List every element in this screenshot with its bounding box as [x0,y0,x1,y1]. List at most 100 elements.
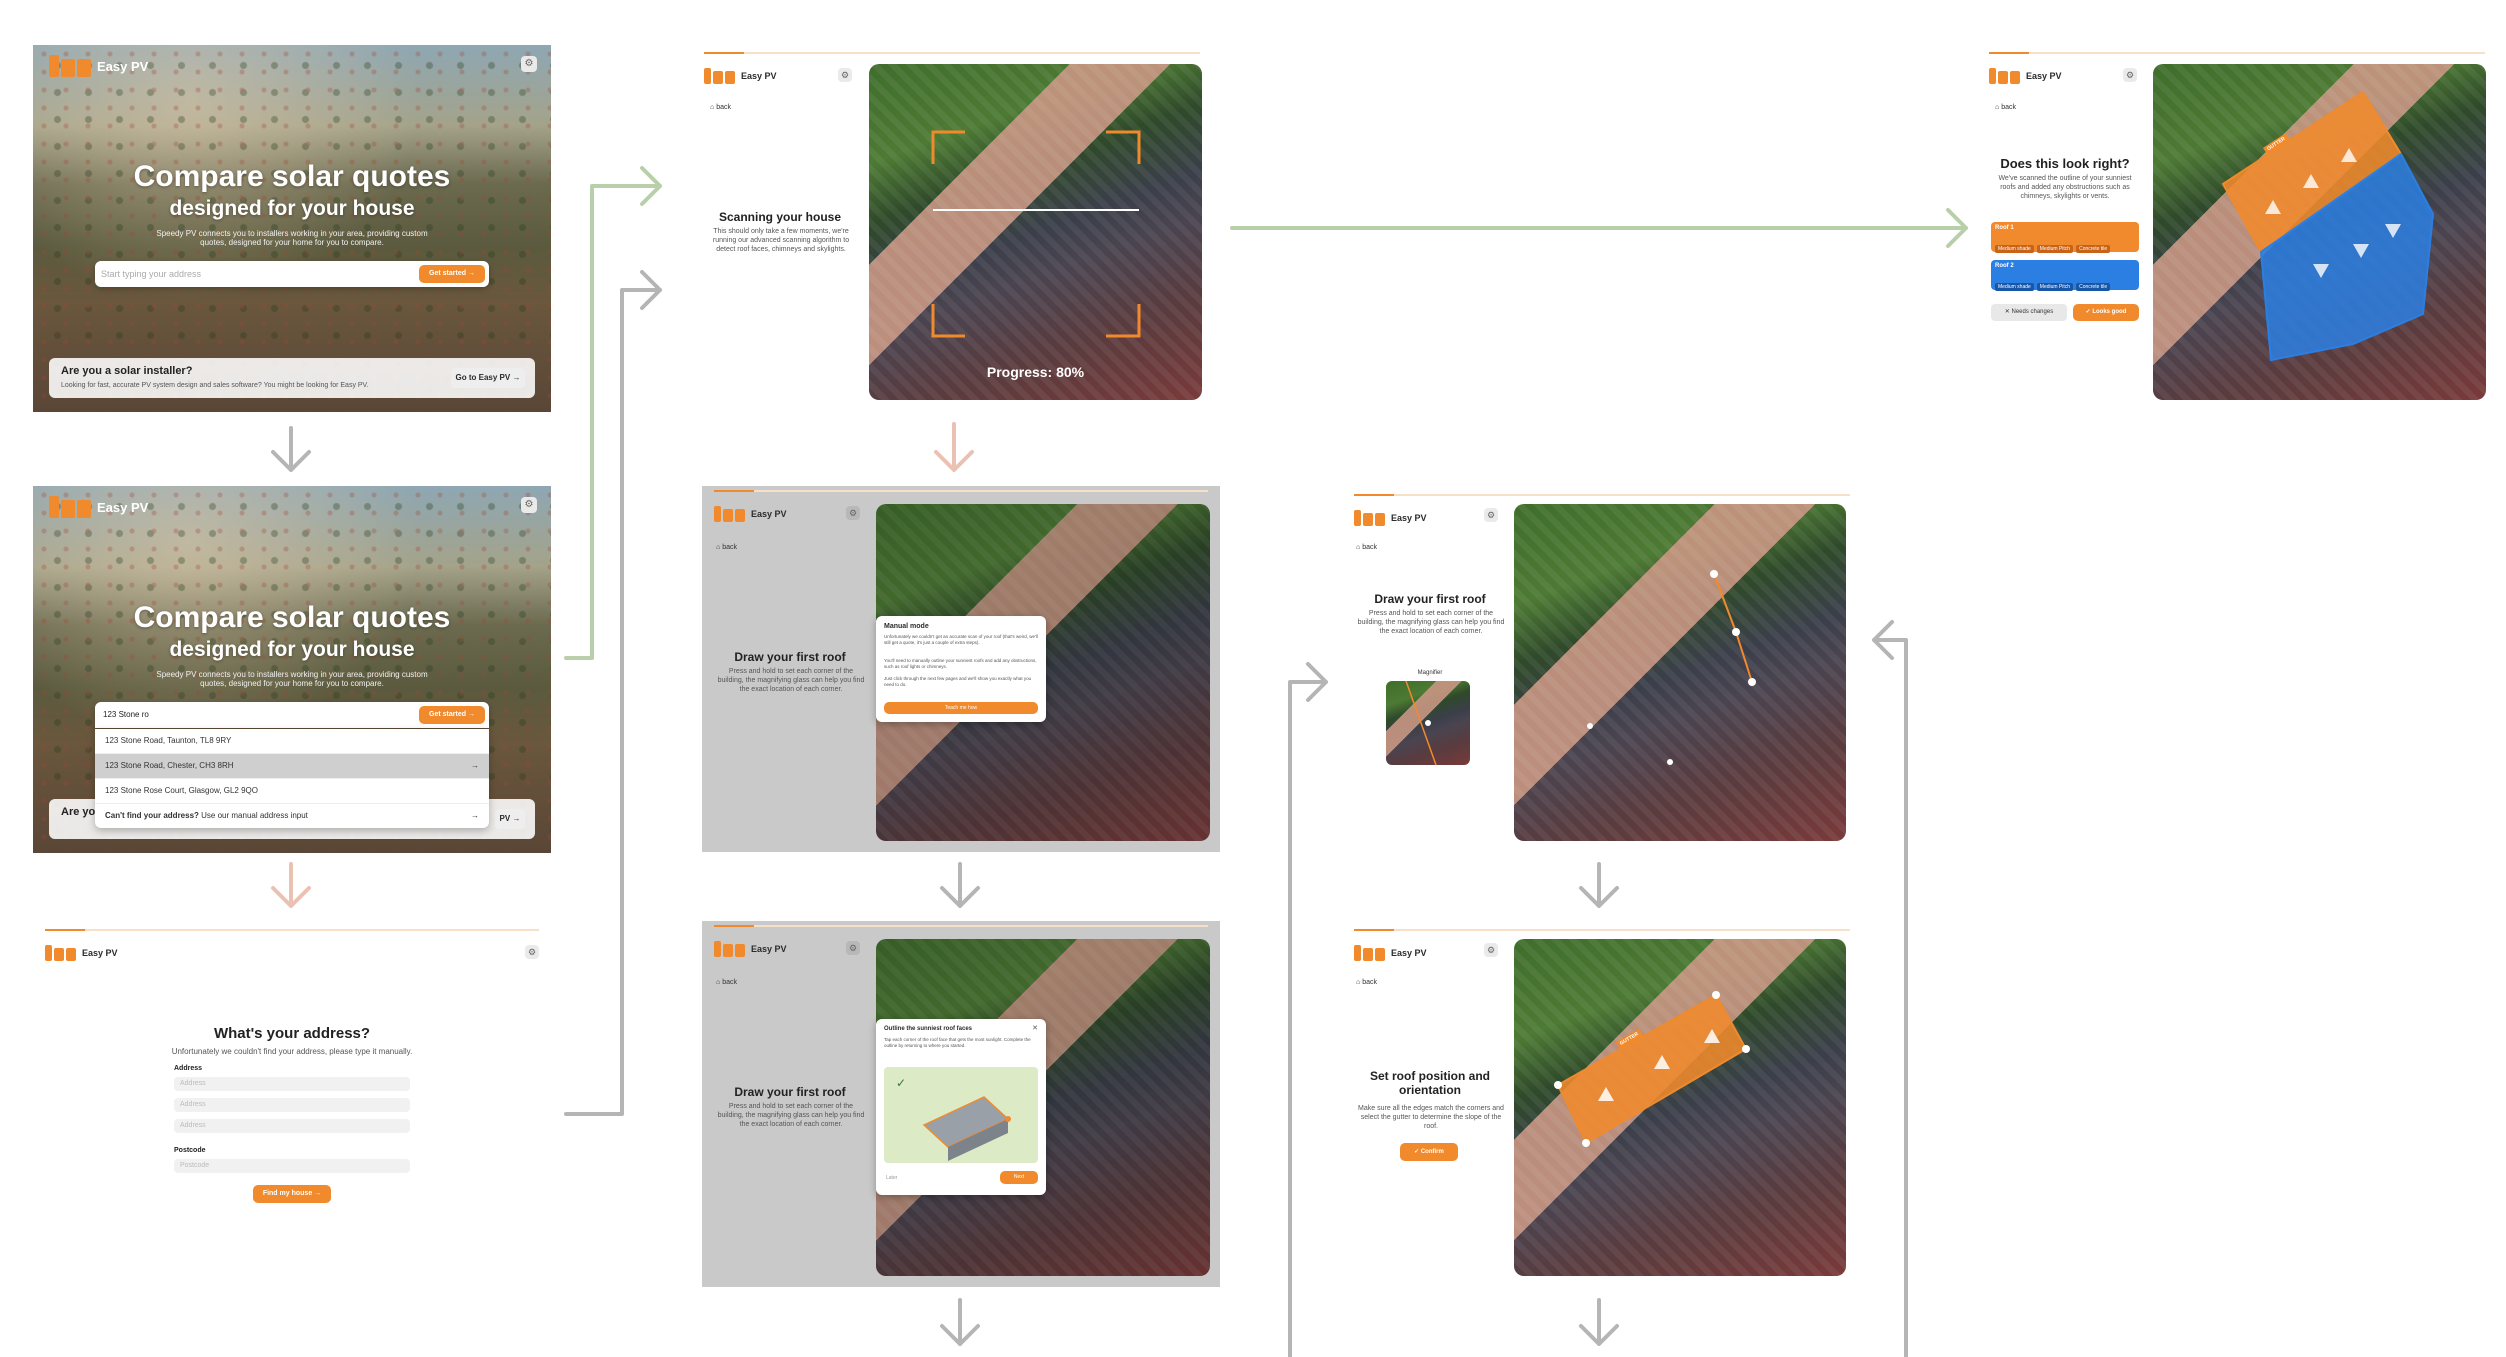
looks-good-button[interactable]: ✓ Looks good [2073,304,2139,321]
gear-icon[interactable]: ⚙ [1484,508,1498,522]
manual-input-link: Use our manual address input [201,811,308,820]
confirm-button[interactable]: ✓ Confirm [1400,1143,1458,1161]
suggestion-label: 123 Stone Road, Chester, CH3 8RH [105,761,234,770]
back-label: back [722,979,737,986]
get-started-button[interactable]: Get started → [419,706,485,724]
back-button[interactable]: ⌂ back [716,979,737,986]
installer-description: Looking for fast, accurate PV system des… [61,382,369,389]
hero-subtitle: Speedy PV connects you to installers wor… [156,670,428,688]
roof-2-chips: Medium shade Medium Pitch Concrete tile [1995,275,2113,293]
chip-material: Concrete tile [2076,245,2111,253]
app-logo[interactable]: Easy PV [1354,945,1427,961]
page-description: Press and hold to set each corner of the… [1357,610,1505,635]
outline-tutorial-dialog: Outline the sunniest roof faces ✕ Tap ea… [876,1019,1046,1195]
app-name: Easy PV [97,58,149,74]
progress-line [714,925,1208,927]
search-query: 123 Stone ro [103,710,149,719]
autocomplete-screen: Easy PV ⚙ Compare solar quotes designed … [33,486,551,853]
svg-text:✓: ✓ [896,1076,906,1090]
page-title: Set roof position and orientation [1370,1069,1490,1097]
go-to-easy-pv-button[interactable]: Go to Easy PV → [451,368,525,388]
progress-line [714,490,1208,492]
app-name: Easy PV [741,71,777,81]
suggestion-item[interactable]: 123 Stone Road, Taunton, TL8 9RY [95,729,489,754]
app-logo[interactable]: Easy PV [49,496,148,518]
scanning-screen: Easy PV ⚙ ⌂ back Scanning your house Thi… [700,48,1210,408]
address-line3-input[interactable]: Address [174,1119,410,1133]
page-description: Make sure all the edges match the corner… [1358,1105,1504,1130]
draw-roof-screen: Easy PV ⚙ ⌂ back Draw your first roof Pr… [1350,490,1862,850]
landing-screen: Easy PV ⚙ Compare solar quotes designed … [33,45,551,412]
address-line1-input[interactable]: Address [174,1077,410,1091]
app-name: Easy PV [2026,71,2062,81]
arrow-right-icon: → [471,761,479,770]
roof-1-card[interactable]: Roof 1 Medium shade Medium Pitch Concrete … [1991,222,2139,255]
gear-icon[interactable]: ⚙ [838,68,852,82]
dialog-paragraph-1: Unfortunately we couldn't get an accurat… [884,634,1038,645]
progress-line [1989,52,2485,54]
needs-changes-button[interactable]: ✕ Needs changes [1991,304,2067,321]
teach-me-how-button[interactable]: Teach me how [884,702,1038,714]
roof-1-chips: Medium shade Medium Pitch Concrete tile [1995,237,2113,255]
app-logo[interactable]: Easy PV [714,506,787,522]
back-button[interactable]: ⌂ back [1356,979,1377,986]
page-title: What's your address? [213,1025,371,1042]
logo-mark [1354,510,1385,526]
back-button[interactable]: ⌂ back [716,544,737,551]
back-button[interactable]: ⌂ back [710,104,731,111]
magnifier-label: Magnifier [1417,670,1443,676]
gear-icon[interactable]: ⚙ [2123,68,2137,82]
hero-subtitle: Speedy PV connects you to installers wor… [156,229,428,247]
page-title: Draw your first roof [734,650,846,664]
progress-line [704,52,1200,54]
home-icon: ⌂ [716,544,721,551]
address-search-input[interactable]: Start typing your address Get started → [95,261,489,287]
app-logo[interactable]: Easy PV [49,55,148,77]
postcode-label: Postcode [174,1147,206,1154]
arrow-right-icon: → [467,270,475,277]
later-button[interactable]: Later [886,1175,897,1181]
app-name: Easy PV [82,948,118,958]
gear-icon[interactable]: ⚙ [1484,943,1498,957]
hero-title-line2: designed for your house [169,197,415,220]
chip-shade: Medium shade [1995,245,2034,253]
gear-icon[interactable]: ⚙ [525,945,539,959]
next-button[interactable]: Next [1000,1171,1038,1184]
outline-tutorial-screen: Easy PV ⚙ ⌂ back Draw your first roof Pr… [702,921,1220,1287]
gear-icon[interactable]: ⚙ [521,497,537,513]
close-icon[interactable]: ✕ [1032,1024,1038,1032]
page-subtitle: Unfortunately we couldn't find your addr… [171,1047,413,1056]
address-search-input[interactable]: 123 Stone ro Get started → [95,702,489,728]
app-logo[interactable]: Easy PV [1989,68,2062,84]
gear-icon[interactable]: ⚙ [521,56,537,72]
find-my-house-button[interactable]: Find my house → [253,1185,331,1203]
manual-address-link[interactable]: Can't find your address? Use our manual … [95,804,489,828]
gear-icon[interactable]: ⚙ [846,941,860,955]
search-placeholder: Start typing your address [101,269,202,279]
app-logo[interactable]: Easy PV [1354,510,1427,526]
back-button[interactable]: ⌂ back [1995,104,2016,111]
get-started-label: Get started [429,270,466,277]
address-line2-input[interactable]: Address [174,1098,410,1112]
roof-2-card[interactable]: Roof 2 Medium shade Medium Pitch Concrete … [1991,260,2139,293]
back-button[interactable]: ⌂ back [1356,544,1377,551]
logo-mark [49,496,91,518]
go-to-easy-pv-label: Go to Easy PV [455,373,511,382]
app-logo[interactable]: Easy PV [714,941,787,957]
chip-shade: Medium shade [1995,283,2034,291]
gear-icon[interactable]: ⚙ [846,506,860,520]
go-to-easy-pv-button[interactable]: PV → [495,809,525,829]
app-logo[interactable]: Easy PV [45,945,118,961]
suggestion-item-selected[interactable]: 123 Stone Road, Chester, CH3 8RH → [95,754,489,779]
postcode-input[interactable]: Postcode [174,1159,410,1173]
check-icon: ✓ [2085,309,2091,315]
house-outline-illustration: ✓ [896,1076,1011,1161]
installer-title: Are you a solar installer? [61,365,193,377]
page-description: We've scanned the outline of your sunnie… [1998,175,2132,200]
app-logo[interactable]: Easy PV [704,68,777,84]
tutorial-illustration: ✓ [884,1067,1038,1163]
suggestion-item[interactable]: 123 Stone Rose Court, Glasgow, GL2 9QO [95,779,489,804]
set-roof-position-screen: Easy PV ⚙ ⌂ back Set roof position and o… [1350,925,1862,1285]
get-started-button[interactable]: Get started → [419,265,485,283]
confirm-roof-screen: Easy PV ⚙ ⌂ back Does this look right? W… [1985,48,2493,408]
